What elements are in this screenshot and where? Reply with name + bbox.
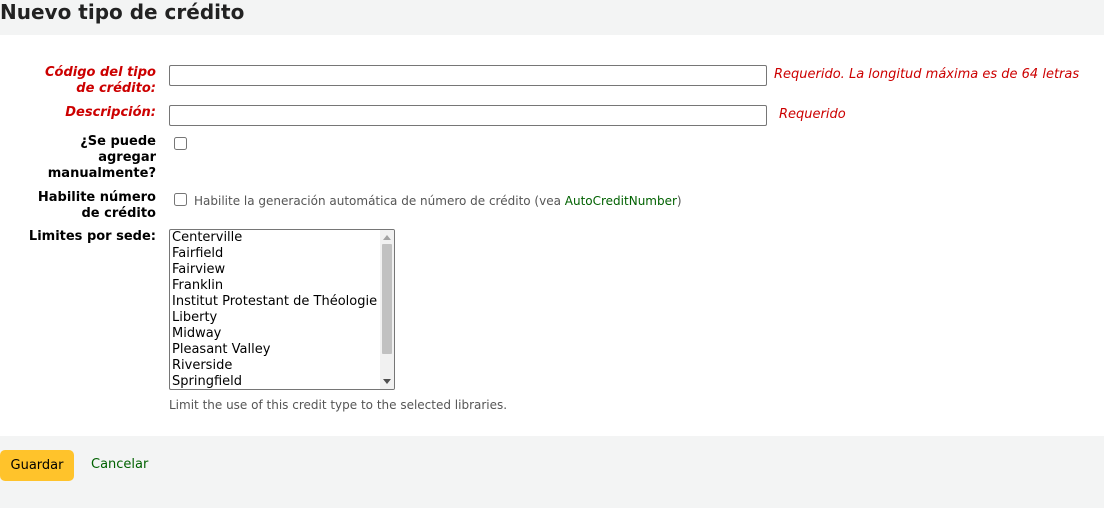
- can-add-manually-label-line3: manualmente?: [47, 166, 156, 181]
- library-option[interactable]: Riverside: [172, 358, 377, 374]
- page-title: Nuevo tipo de crédito: [0, 0, 245, 24]
- library-option[interactable]: Springfield: [172, 374, 377, 389]
- credit-number-hint-prefix: Habilite la generación automática de núm…: [194, 194, 565, 208]
- library-limits-label: Limites por sede:: [29, 229, 156, 245]
- library-option[interactable]: Institut Protestant de Théologie: [172, 294, 377, 310]
- can-add-manually-label-line2: agregar: [98, 150, 156, 165]
- scroll-up-arrow-icon[interactable]: [383, 235, 391, 240]
- can-add-manually-label: ¿Se puede agregar manualmente?: [48, 134, 156, 182]
- library-limits-hint: Limit the use of this credit type to the…: [169, 398, 508, 412]
- library-option[interactable]: Liberty: [172, 310, 377, 326]
- library-limits-select[interactable]: Centerville Fairfield Fairview Franklin …: [169, 229, 395, 390]
- description-required-hint: Requerido: [779, 107, 846, 122]
- library-limits-label-text: Limites por sede:: [28, 229, 156, 244]
- code-label-line1: Código del tipo: [44, 65, 156, 80]
- can-add-manually-checkbox[interactable]: [174, 137, 187, 150]
- code-label-line2: de crédito:: [76, 81, 156, 96]
- code-required-hint: Requerido. La longitud máxima es de 64 l…: [774, 67, 1080, 82]
- code-input[interactable]: [169, 65, 767, 86]
- can-add-manually-label-line1: ¿Se puede: [80, 134, 156, 149]
- library-option[interactable]: Fairfield: [172, 246, 377, 262]
- code-label: Código del tipo de crédito:: [45, 65, 156, 97]
- credit-type-form: Código del tipo de crédito: Requerido. L…: [0, 35, 1104, 436]
- library-option[interactable]: Pleasant Valley: [172, 342, 377, 358]
- credit-number-checkbox[interactable]: [174, 193, 187, 206]
- credit-number-label-line1: Habilite número: [37, 190, 156, 205]
- credit-number-label: Habilite número de crédito: [38, 190, 156, 222]
- auto-credit-number-link[interactable]: AutoCreditNumber: [565, 194, 677, 208]
- library-options-list: Centerville Fairfield Fairview Franklin …: [172, 230, 377, 389]
- credit-number-hint: Habilite la generación automática de núm…: [194, 193, 682, 209]
- credit-number-label-line2: de crédito: [81, 206, 157, 221]
- description-label-text: Descripción:: [65, 105, 156, 120]
- library-option[interactable]: Fairview: [172, 262, 377, 278]
- description-input[interactable]: [169, 105, 767, 126]
- library-option[interactable]: Franklin: [172, 278, 377, 294]
- save-button[interactable]: Guardar: [0, 450, 74, 481]
- scroll-thumb[interactable]: [382, 244, 392, 354]
- library-option[interactable]: Centerville: [172, 230, 377, 246]
- listbox-scrollbar[interactable]: [380, 230, 394, 389]
- scroll-down-arrow-icon[interactable]: [383, 379, 391, 384]
- description-label: Descripción:: [65, 105, 156, 121]
- library-option[interactable]: Midway: [172, 326, 377, 342]
- cancel-link[interactable]: Cancelar: [91, 457, 148, 473]
- credit-number-hint-suffix: ): [676, 194, 682, 208]
